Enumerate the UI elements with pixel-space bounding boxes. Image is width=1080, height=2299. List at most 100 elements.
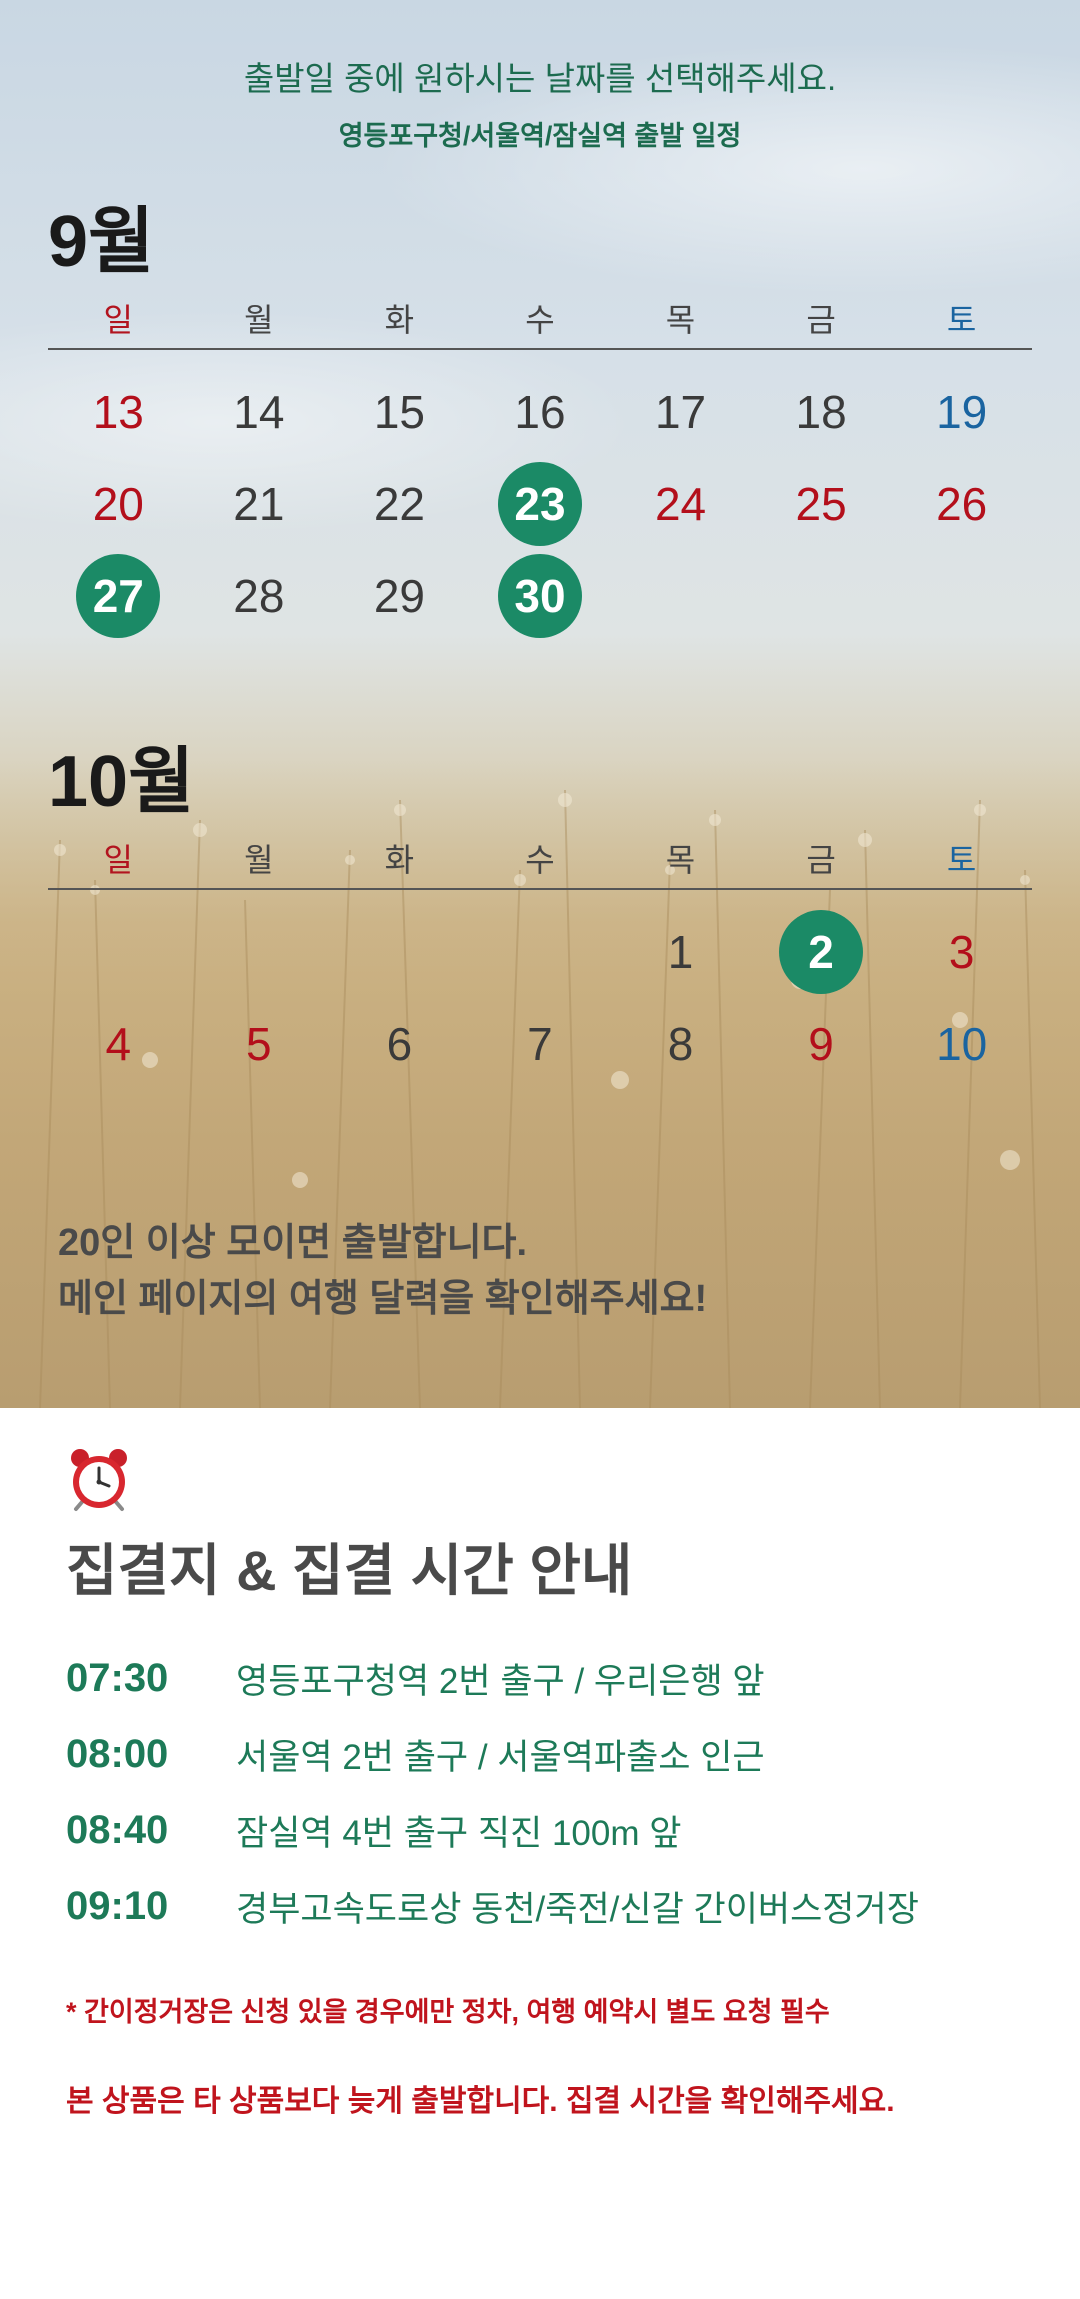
meeting-time: 09:10 (66, 1883, 169, 1928)
calendar-day: 5 (189, 1002, 330, 1086)
meeting-time: 08:40 (66, 1807, 169, 1852)
calendar-day: 18 (751, 370, 892, 454)
departure-notice: 20인 이상 모이면 출발합니다. 메인 페이지의 여행 달력을 확인해주세요! (58, 1215, 707, 1327)
intro-sub-text: 영등포구청/서울역/잠실역 출발 일정 (338, 121, 742, 151)
day-number: 1 (667, 926, 694, 978)
calendar-day: 28 (189, 554, 330, 638)
calendar-day: 8 (610, 1002, 751, 1086)
weekday-label: 화 (384, 842, 415, 878)
weekday-label: 수 (525, 842, 555, 878)
meeting-place: 경부고속도로상 동천/죽전/신갈 간이버스정거장 (236, 1889, 919, 1929)
day-number: 6 (386, 1018, 413, 1070)
week-row: 20 21 22 23 24 25 26 (48, 458, 1032, 550)
day-number: 7 (527, 1018, 553, 1070)
calendar-day: 24 (610, 462, 751, 546)
notice-line-1: 20인 이상 모이면 출발합니다. (58, 1222, 528, 1264)
day-number: 25 (795, 478, 847, 530)
calendar-day: 29 (329, 554, 470, 638)
calendar-day: 15 (329, 370, 470, 454)
meeting-schedule: 07:30 영등포구청역 2번 출구 / 우리은행 앞 08:00 서울역 2번 출구… (66, 1640, 919, 1944)
month-title-september: 9월 (48, 202, 155, 282)
day-number: 5 (246, 1018, 272, 1070)
meeting-place: 영등포구청역 2번 출구 / 우리은행 앞 (236, 1661, 765, 1701)
calendar-day: 3 (891, 910, 1032, 994)
day-number: 10 (936, 1018, 988, 1070)
week-row: 27 28 29 30 (48, 550, 1032, 642)
month-title-october: 10월 (48, 742, 195, 822)
calendar-day: 22 (329, 462, 470, 546)
day-number: 30 (497, 554, 582, 638)
calendar-day: 6 (329, 1002, 470, 1086)
calendar-hero: 출발일 중에 원하시는 날짜를 선택해주세요. 영등포구청/서울역/잠실역 출발… (0, 0, 1080, 1408)
meeting-time: 08:00 (66, 1731, 169, 1776)
weekday-header: 일월화수목금토 (48, 294, 1032, 350)
stop-request-note: * 간이정거장은 신청 있을 경우에만 정차, 여행 예약시 별도 요청 필수 (66, 1997, 830, 2027)
day-number: 24 (654, 478, 707, 530)
day-number: 29 (373, 570, 425, 622)
day-number: 2 (779, 910, 864, 994)
weekday-header: 일월화수목금토 (48, 834, 1032, 890)
calendar-day: 7 (470, 1002, 611, 1086)
meeting-point-row: 08:40 잠실역 4번 출구 직진 100m 앞 (66, 1792, 919, 1868)
day-number: 18 (795, 386, 847, 438)
meeting-info: 집결지 & 집결 시간 안내 07:30 영등포구청역 2번 출구 / 우리은행 … (0, 1408, 1080, 2299)
day-number: 26 (936, 478, 988, 530)
day-number: 17 (654, 386, 707, 438)
day-number: 4 (105, 1018, 132, 1070)
late-departure-note: 본 상품은 타 상품보다 늦게 출발합니다. 집결 시간을 확인해주세요. (66, 2085, 895, 2118)
meeting-point-row: 08:00 서울역 2번 출구 / 서울역파출소 인근 (66, 1716, 919, 1792)
departure-date-selected[interactable]: 23 (470, 462, 611, 546)
weekday-label: 일 (103, 302, 133, 338)
weekday-label: 토 (946, 302, 977, 338)
weekday-label: 토 (946, 842, 977, 878)
meeting-title: 집결지 & 집결 시간 안내 (66, 1539, 633, 1602)
notice-line-2: 메인 페이지의 여행 달력을 확인해주세요! (58, 1278, 708, 1320)
departure-date-selected[interactable]: 27 (48, 554, 189, 638)
calendar-day: 19 (891, 370, 1032, 454)
day-number: 15 (373, 386, 425, 438)
calendar-day: 25 (751, 462, 892, 546)
calendar-day: 20 (48, 462, 189, 546)
weekday-label: 화 (384, 302, 415, 338)
calendar-september: 일 월 화 수 목 금 토 13 14 15 16 17 18 19 20 21 22 23 24 25 26 27 28 2… (48, 294, 1032, 642)
calendar-day: 14 (189, 370, 330, 454)
day-number: 27 (76, 554, 161, 638)
meeting-place: 잠실역 4번 출구 직진 100m 앞 (236, 1813, 682, 1853)
weekday-label: 금 (806, 842, 836, 878)
day-number: 3 (948, 926, 975, 978)
day-number: 22 (373, 478, 425, 530)
calendar-day: 10 (891, 1002, 1032, 1086)
day-number: 13 (92, 386, 144, 438)
weekday-label: 금 (806, 302, 836, 338)
weekday-label: 수 (525, 302, 555, 338)
departure-date-selected[interactable]: 30 (470, 554, 611, 638)
day-number: 28 (233, 570, 285, 622)
calendar-day: 9 (751, 1002, 892, 1086)
weekday-label: 월 (244, 302, 274, 338)
day-number: 9 (808, 1018, 834, 1070)
calendar-october: 일 월 화 수 목 금 토 1 2 3 4 5 6 7 8 9 10 (48, 834, 1032, 1090)
intro-main-text: 출발일 중에 원하시는 날짜를 선택해주세요. (243, 60, 837, 97)
calendar-day: 1 (610, 910, 751, 994)
day-number: 20 (92, 478, 144, 530)
day-number: 8 (667, 1018, 694, 1070)
calendar-day: 16 (470, 370, 611, 454)
calendar-day: 4 (48, 1002, 189, 1086)
meeting-time: 07:30 (66, 1655, 169, 1700)
departure-date-selected[interactable]: 2 (751, 910, 892, 994)
calendar-day: 21 (189, 462, 330, 546)
meeting-point-row: 09:10 경부고속도로상 동천/죽전/신갈 간이버스정거장 (66, 1868, 919, 1944)
weekday-label: 목 (665, 302, 696, 338)
week-row: 1 2 3 (48, 906, 1032, 998)
day-number: 19 (936, 386, 988, 438)
alarm-clock-icon (71, 1449, 127, 1511)
day-number: 14 (233, 386, 285, 438)
calendar-day: 26 (891, 462, 1032, 546)
calendar-day: 17 (610, 370, 751, 454)
meeting-place: 서울역 2번 출구 / 서울역파출소 인근 (236, 1737, 765, 1777)
weekday-label: 월 (244, 842, 274, 878)
meeting-point-row: 07:30 영등포구청역 2번 출구 / 우리은행 앞 (66, 1640, 919, 1716)
weekday-label: 목 (665, 842, 696, 878)
intro: 출발일 중에 원하시는 날짜를 선택해주세요. 영등포구청/서울역/잠실역 출발… (0, 52, 1080, 153)
week-row: 13 14 15 16 17 18 19 (48, 366, 1032, 458)
